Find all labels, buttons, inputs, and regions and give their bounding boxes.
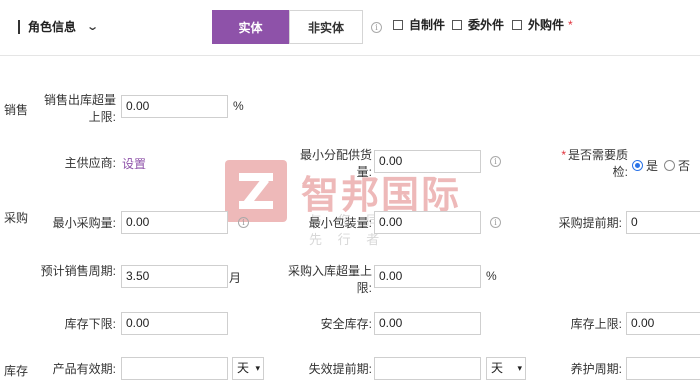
expire-advance-input[interactable]	[374, 357, 481, 380]
checkbox-label: 委外件	[468, 18, 505, 32]
validity-input[interactable]	[121, 357, 228, 380]
sales-over-limit-input[interactable]: 0.00	[121, 95, 228, 118]
main-supplier-label: 主供应商:	[64, 156, 116, 170]
maintenance-label: 养护周期:	[570, 362, 622, 376]
chevron-down-icon: ▾	[255, 363, 260, 373]
stock-upper-label: 库存上限:	[570, 317, 622, 331]
sales-over-limit-label: 销售出库超量上限:	[43, 93, 116, 124]
stock-lower-label: 库存下限:	[64, 317, 116, 331]
need-qc-text: 是否需要质检:	[567, 148, 628, 179]
info-icon[interactable]: i	[238, 217, 249, 228]
radio-qc-yes[interactable]: 是	[632, 157, 658, 174]
chevron-down-icon: ⌄	[86, 21, 100, 33]
select-value: 天	[491, 361, 504, 375]
role-info-title: 角色信息	[28, 20, 77, 34]
info-icon[interactable]: i	[371, 22, 382, 33]
checkbox-label: 外购件	[528, 18, 565, 32]
main-supplier-set-link[interactable]: 设置	[122, 155, 146, 172]
checkbox-box[interactable]	[393, 19, 403, 30]
month-unit: 月	[229, 271, 242, 285]
radio-qc-no[interactable]: 否	[664, 157, 690, 174]
select-value: 天	[237, 361, 250, 375]
checkbox-label: 自制件	[409, 18, 446, 32]
min-alloc-input[interactable]: 0.00	[374, 150, 481, 173]
stock-lower-input[interactable]: 0.00	[121, 312, 228, 335]
need-qc-label: * 是否需要质检:	[552, 147, 628, 181]
min-purchase-label: 最小采购量:	[52, 216, 116, 230]
validity-unit-select[interactable]: 天 ▾	[232, 357, 264, 380]
min-pack-input[interactable]: 0.00	[374, 211, 481, 234]
stock-upper-input[interactable]: 0.00	[626, 312, 700, 335]
sales-cycle-input[interactable]: 3.50	[121, 265, 228, 288]
checkbox-outsourced[interactable]: 委外件	[452, 16, 504, 33]
radio-label: 是	[646, 159, 659, 173]
radio-dot[interactable]	[632, 160, 643, 171]
radio-label: 否	[678, 159, 691, 173]
expire-advance-unit-select[interactable]: 天 ▾	[486, 357, 526, 380]
section-stock: 库存	[4, 364, 29, 378]
checkbox-box[interactable]	[512, 19, 522, 30]
section-sales: 销售	[4, 103, 29, 117]
min-purchase-input[interactable]: 0.00	[121, 211, 228, 234]
section-purchase: 采购	[4, 211, 29, 225]
tab-entity[interactable]: 实体	[212, 10, 289, 44]
required-mark: *	[561, 148, 566, 162]
safety-stock-input[interactable]: 0.00	[374, 312, 481, 335]
safety-stock-label: 安全库存:	[320, 317, 372, 331]
checkbox-self-made[interactable]: 自制件	[393, 16, 445, 33]
lead-time-input[interactable]: 0	[626, 211, 700, 234]
purchase-over-limit-label: 采购入库超量上限:	[288, 264, 373, 295]
required-mark: *	[568, 17, 573, 32]
tab-non-entity[interactable]: 非实体	[289, 10, 363, 44]
chevron-down-icon: ▾	[517, 363, 522, 373]
expire-advance-label: 失效提前期:	[308, 362, 372, 376]
maintenance-input[interactable]	[626, 357, 700, 380]
info-icon[interactable]: i	[490, 156, 501, 167]
lead-time-label: 采购提前期:	[558, 216, 622, 230]
title-bar-marker	[18, 19, 20, 34]
radio-dot[interactable]	[664, 160, 675, 171]
checkbox-box[interactable]	[452, 19, 462, 30]
sales-cycle-label: 预计销售周期:	[40, 264, 116, 278]
purchase-over-limit-input[interactable]: 0.00	[374, 265, 481, 288]
min-alloc-label: 最小分配供货量:	[299, 148, 372, 179]
checkbox-purchased[interactable]: 外购件 *	[512, 16, 573, 33]
validity-label: 产品有效期:	[52, 362, 116, 376]
role-info-dropdown[interactable]: 角色信息 ⌄	[18, 18, 100, 35]
min-pack-label: 最小包装量:	[308, 216, 372, 230]
z-logo-icon	[225, 160, 287, 222]
percent-unit: %	[486, 269, 497, 283]
role-info-header: 角色信息 ⌄ 实体 非实体 i 自制件 委外件 外购件 *	[0, 0, 700, 56]
percent-unit: %	[233, 99, 244, 113]
info-icon[interactable]: i	[490, 217, 501, 228]
